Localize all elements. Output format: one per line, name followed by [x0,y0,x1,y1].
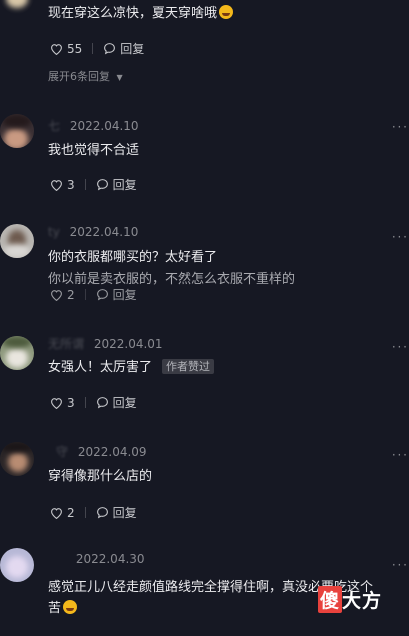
comment-top: 现在穿这么凉快，夏天穿啥哦 55 回复 展开6条回复 ▼ [0,0,409,88]
more-dots-icon[interactable]: · · · [392,448,407,462]
username[interactable]: 七 [48,119,60,133]
comment-date: 2022.04.30 [75,552,145,566]
reply-label: 回复 [112,396,137,410]
expand-replies-label: 展开6条回复 [48,70,110,83]
watermark-logo: 傻大方 [318,586,382,613]
heart-icon [51,179,62,191]
comment-actions: 3 回复 [50,394,137,411]
grinning-squint-tears-emoji-icon [63,600,78,614]
avatar[interactable] [0,336,34,370]
reply-label: 回复 [120,42,145,56]
watermark-box: 傻 [318,586,343,613]
comment-text: 你的衣服都哪买的？太好看了 [48,250,218,265]
divider [84,397,86,408]
comment-actions: 2 回复 [50,504,137,521]
like-count: 2 [67,287,75,302]
like-button[interactable]: 2 [50,506,75,520]
comment-date: 2022.04.09 [77,445,147,459]
reply-button[interactable]: 回复 [96,394,137,411]
author-liked-badge: 作者赞过 [162,359,215,374]
reply-bubble-icon [96,289,108,301]
heart-icon [51,43,62,55]
reply-bubble-icon [104,43,116,55]
heart-icon [51,289,62,301]
comment-item: 七 2022.04.10 · · · 我也觉得不合适 3 回复 [0,112,409,212]
divider [84,507,86,518]
divider [92,43,94,54]
like-count: 2 [67,505,75,520]
comment-text-continued: 苦 [48,600,78,618]
username[interactable]: 守 [56,445,68,459]
heart-icon [51,507,62,519]
comment-meta: ty 2022.04.10 [48,225,138,239]
watermark-text: 大方 [342,590,383,612]
reply-button[interactable]: 回复 [96,286,137,303]
comment-date: 2022.04.10 [69,119,139,133]
grinning-squint-tears-emoji-icon [219,5,234,19]
like-count: 55 [67,41,83,56]
avatar[interactable] [0,0,34,14]
expand-replies-button[interactable]: 展开6条回复 ▼ [48,68,123,84]
avatar[interactable] [0,442,34,476]
more-dots-icon[interactable]: · · · [392,230,407,244]
comment-meta: 守 2022.04.09 [48,443,147,460]
username[interactable]: 无所谓 [48,337,84,351]
comment-date: 2022.04.01 [93,337,163,351]
comment-meta: 2022.04.30 [48,552,145,566]
like-button[interactable]: 3 [50,178,75,192]
more-dots-icon[interactable]: · · · [392,120,407,134]
like-button[interactable]: 2 [50,288,75,302]
more-dots-icon[interactable]: · · · [392,340,407,354]
divider [84,289,86,300]
reply-label: 回复 [112,288,137,302]
avatar[interactable] [0,114,34,148]
divider [84,179,86,190]
comment-meta: 七 2022.04.10 [48,117,139,134]
reply-label: 回复 [112,178,137,192]
comment-item: 无所谓 2022.04.01 · · · 女强人！太厉害了 作者赞过 3 回复 [0,332,409,432]
avatar[interactable] [0,548,34,582]
reply-button[interactable]: 回复 [96,504,137,521]
comment-text: 我也觉得不合适 [48,143,140,158]
username[interactable]: ty [48,225,60,239]
like-count: 3 [67,395,75,410]
heart-icon [51,397,62,409]
comment-actions: 55 回复 [50,40,144,57]
comment-date: 2022.04.10 [69,225,139,239]
avatar[interactable] [0,224,34,258]
comment-item: 守 2022.04.09 · · · 穿得像那什么店的 2 回复 [0,442,409,542]
comment-actions: 2 回复 [50,286,137,303]
like-count: 3 [67,177,75,192]
comment-text: 穿得像那什么店的 [48,469,153,484]
reply-bubble-icon [96,179,108,191]
reply-bubble-icon [96,397,108,409]
reply-label: 回复 [112,506,137,520]
like-button[interactable]: 55 [50,42,82,56]
like-button[interactable]: 3 [50,396,75,410]
comment-item: ty 2022.04.10 · · · 你的衣服都哪买的？太好看了 你以前是卖衣… [0,220,409,320]
more-dots-icon[interactable]: · · · [392,558,407,572]
reply-button[interactable]: 回复 [103,40,144,57]
comment-text: 现在穿这么凉快，夏天穿啥哦 [48,5,234,23]
comment-actions: 3 回复 [50,176,137,193]
comment-text: 女强人！太厉害了 作者赞过 [48,359,215,377]
reply-bubble-icon [96,507,108,519]
chevron-down-icon: ▼ [116,73,123,82]
reply-button[interactable]: 回复 [96,176,137,193]
comment-meta: 无所谓 2022.04.01 [48,335,163,352]
